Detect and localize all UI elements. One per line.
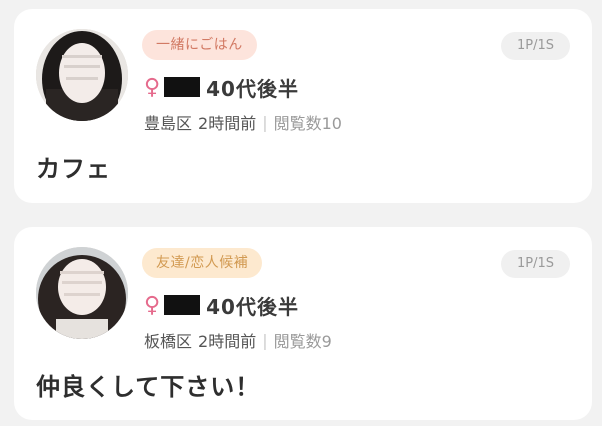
avatar[interactable] [36, 29, 128, 121]
area-label: 板橋区 [144, 332, 193, 351]
page-indicator: 1P/1S [500, 250, 570, 278]
time-label: 2時間前 [198, 332, 257, 351]
separator: | [262, 330, 268, 350]
separator: | [262, 112, 268, 132]
avatar-photo [36, 247, 128, 339]
post-card[interactable]: 友達/恋人候補 1P/1S ♀ 40代後半 板橋区 2時間前 | 閲覧数9 仲良… [14, 227, 592, 420]
redacted-name [164, 295, 201, 315]
age-label: 40代後半 [206, 294, 299, 319]
avatar[interactable] [36, 247, 128, 339]
category-tag: 一緒にごはん [142, 30, 257, 60]
profile-line: ♀ 40代後半 [144, 290, 299, 320]
area-label: 豊島区 [144, 114, 193, 133]
page-indicator: 1P/1S [500, 32, 570, 60]
post-card[interactable]: 一緒にごはん 1P/1S ♀ 40代後半 豊島区 2時間前 | 閲覧数10 カフ… [14, 9, 592, 203]
time-label: 2時間前 [198, 114, 257, 133]
post-message: カフェ [36, 155, 111, 183]
profile-line: ♀ 40代後半 [144, 72, 299, 102]
meta-line: 豊島区 2時間前 | 閲覧数10 [144, 110, 342, 134]
meta-line: 板橋区 2時間前 | 閲覧数9 [144, 328, 332, 352]
avatar-photo [36, 29, 128, 121]
post-message: 仲良くして下さい！ [36, 373, 261, 401]
redacted-name [164, 77, 201, 97]
category-tag: 友達/恋人候補 [142, 248, 263, 278]
female-icon: ♀ [144, 292, 161, 318]
view-count: 閲覧数10 [273, 114, 342, 133]
female-icon: ♀ [144, 74, 161, 100]
view-count: 閲覧数9 [273, 332, 332, 351]
age-label: 40代後半 [206, 76, 299, 101]
